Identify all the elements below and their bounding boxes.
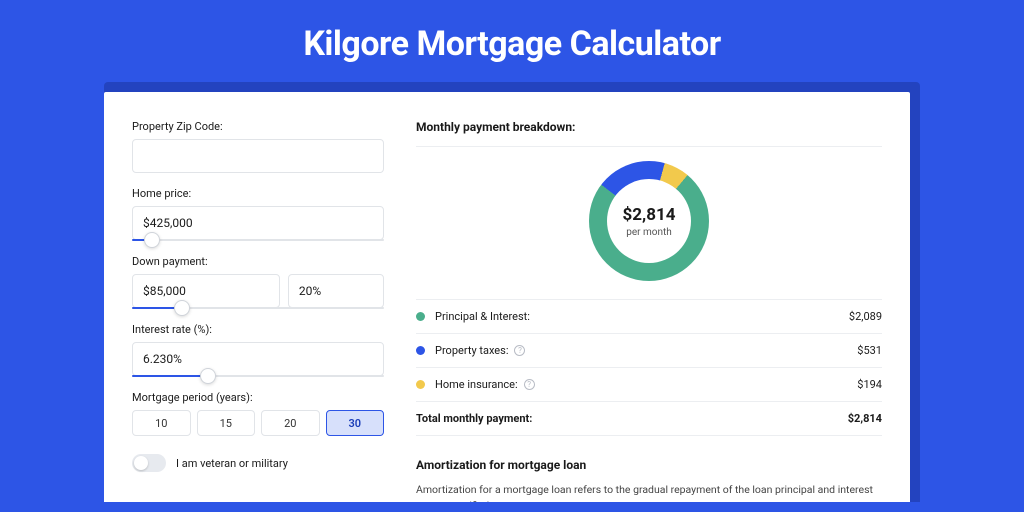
legend-swatch (416, 312, 425, 321)
legend-row-total: Total monthly payment:$2,814 (416, 402, 882, 436)
inputs-column: Property Zip Code: Home price: Down paym… (132, 120, 384, 502)
rate-label: Interest rate (%): (132, 323, 384, 336)
donut-sublabel: per month (626, 227, 672, 238)
zip-label: Property Zip Code: (132, 120, 384, 133)
period-field: Mortgage period (years): 10152030 (132, 391, 384, 436)
price-slider[interactable] (132, 239, 384, 241)
page-title: Kilgore Mortgage Calculator (0, 0, 1024, 82)
legend-row-0: Principal & Interest:$2,089 (416, 300, 882, 334)
legend-swatch (416, 380, 425, 389)
legend-total-value: $2,814 (848, 412, 882, 425)
legend-value: $194 (857, 378, 882, 391)
down-slider[interactable] (132, 307, 384, 309)
legend-row-1: Property taxes:?$531 (416, 334, 882, 368)
donut-center: $2,814 per month (607, 179, 691, 263)
amortization-body: Amortization for a mortgage loan refers … (416, 482, 882, 502)
price-label: Home price: (132, 187, 384, 200)
donut-chart-wrap: $2,814 per month (416, 147, 882, 299)
price-field: Home price: (132, 187, 384, 241)
donut-amount: $2,814 (623, 205, 676, 225)
breakdown-legend: Principal & Interest:$2,089Property taxe… (416, 299, 882, 436)
rate-slider[interactable] (132, 375, 384, 377)
period-options: 10152030 (132, 410, 384, 436)
amortization-heading: Amortization for mortgage loan (416, 442, 882, 482)
legend-value: $531 (857, 344, 882, 357)
down-amount-input[interactable] (132, 274, 280, 308)
veteran-toggle[interactable] (132, 454, 166, 472)
legend-swatch (416, 346, 425, 355)
card-shadow: Property Zip Code: Home price: Down paym… (104, 82, 920, 502)
rate-slider-thumb[interactable] (200, 368, 216, 384)
period-label: Mortgage period (years): (132, 391, 384, 404)
down-percent-input[interactable] (288, 274, 384, 308)
breakdown-heading: Monthly payment breakdown: (416, 120, 882, 147)
info-icon[interactable]: ? (524, 379, 535, 390)
down-label: Down payment: (132, 255, 384, 268)
zip-input[interactable] (132, 139, 384, 173)
legend-value: $2,089 (849, 310, 882, 323)
veteran-toggle-knob (134, 456, 148, 470)
rate-slider-fill (132, 375, 208, 377)
down-field: Down payment: (132, 255, 384, 309)
calculator-card: Property Zip Code: Home price: Down paym… (104, 92, 910, 502)
legend-label: Home insurance:? (435, 378, 857, 391)
legend-total-label: Total monthly payment: (416, 412, 848, 425)
rate-input[interactable] (132, 342, 384, 376)
legend-row-2: Home insurance:?$194 (416, 368, 882, 402)
donut-chart: $2,814 per month (589, 161, 709, 281)
price-slider-thumb[interactable] (144, 232, 160, 248)
legend-label: Property taxes:? (435, 344, 857, 357)
legend-label: Principal & Interest: (435, 310, 849, 323)
down-slider-thumb[interactable] (174, 300, 190, 316)
period-option-10[interactable]: 10 (132, 410, 191, 436)
period-option-15[interactable]: 15 (197, 410, 256, 436)
veteran-row: I am veteran or military (132, 454, 384, 472)
period-option-30[interactable]: 30 (326, 410, 385, 436)
zip-field: Property Zip Code: (132, 120, 384, 173)
veteran-label: I am veteran or military (176, 457, 288, 470)
rate-field: Interest rate (%): (132, 323, 384, 377)
price-input[interactable] (132, 206, 384, 240)
breakdown-column: Monthly payment breakdown: $2,814 per mo… (416, 120, 882, 502)
info-icon[interactable]: ? (514, 345, 525, 356)
period-option-20[interactable]: 20 (261, 410, 320, 436)
